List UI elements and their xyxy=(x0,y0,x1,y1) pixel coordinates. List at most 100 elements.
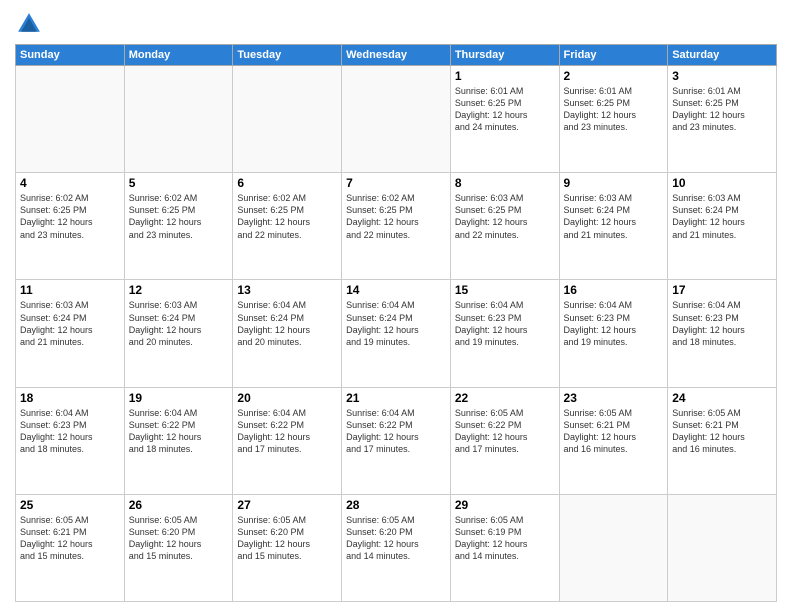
day-number: 12 xyxy=(129,283,229,297)
day-info: Sunrise: 6:03 AM Sunset: 6:24 PM Dayligh… xyxy=(672,192,772,241)
day-info: Sunrise: 6:03 AM Sunset: 6:25 PM Dayligh… xyxy=(455,192,555,241)
day-cell: 24 Sunrise: 6:05 AM Sunset: 6:21 PM Dayli… xyxy=(668,387,777,494)
logo-icon xyxy=(15,10,43,38)
week-row-0: 1 Sunrise: 6:01 AM Sunset: 6:25 PM Daylig… xyxy=(16,66,777,173)
day-cell: 22 Sunrise: 6:05 AM Sunset: 6:22 PM Dayli… xyxy=(450,387,559,494)
day-info: Sunrise: 6:05 AM Sunset: 6:20 PM Dayligh… xyxy=(237,514,337,563)
day-number: 28 xyxy=(346,498,446,512)
weekday-header-row: SundayMondayTuesdayWednesdayThursdayFrid… xyxy=(16,45,777,66)
day-info: Sunrise: 6:04 AM Sunset: 6:23 PM Dayligh… xyxy=(455,299,555,348)
day-info: Sunrise: 6:02 AM Sunset: 6:25 PM Dayligh… xyxy=(129,192,229,241)
day-cell: 1 Sunrise: 6:01 AM Sunset: 6:25 PM Daylig… xyxy=(450,66,559,173)
day-cell: 20 Sunrise: 6:04 AM Sunset: 6:22 PM Dayli… xyxy=(233,387,342,494)
day-info: Sunrise: 6:01 AM Sunset: 6:25 PM Dayligh… xyxy=(564,85,664,134)
day-info: Sunrise: 6:05 AM Sunset: 6:22 PM Dayligh… xyxy=(455,407,555,456)
day-info: Sunrise: 6:02 AM Sunset: 6:25 PM Dayligh… xyxy=(346,192,446,241)
day-number: 6 xyxy=(237,176,337,190)
weekday-header-saturday: Saturday xyxy=(668,45,777,66)
day-info: Sunrise: 6:05 AM Sunset: 6:20 PM Dayligh… xyxy=(346,514,446,563)
day-number: 20 xyxy=(237,391,337,405)
day-info: Sunrise: 6:03 AM Sunset: 6:24 PM Dayligh… xyxy=(20,299,120,348)
day-info: Sunrise: 6:04 AM Sunset: 6:23 PM Dayligh… xyxy=(672,299,772,348)
day-cell xyxy=(16,66,125,173)
day-info: Sunrise: 6:04 AM Sunset: 6:22 PM Dayligh… xyxy=(237,407,337,456)
day-cell: 9 Sunrise: 6:03 AM Sunset: 6:24 PM Daylig… xyxy=(559,173,668,280)
day-number: 8 xyxy=(455,176,555,190)
day-cell xyxy=(342,66,451,173)
day-number: 25 xyxy=(20,498,120,512)
day-info: Sunrise: 6:01 AM Sunset: 6:25 PM Dayligh… xyxy=(672,85,772,134)
day-number: 1 xyxy=(455,69,555,83)
day-info: Sunrise: 6:05 AM Sunset: 6:21 PM Dayligh… xyxy=(564,407,664,456)
day-number: 9 xyxy=(564,176,664,190)
day-cell: 11 Sunrise: 6:03 AM Sunset: 6:24 PM Dayli… xyxy=(16,280,125,387)
weekday-header-sunday: Sunday xyxy=(16,45,125,66)
day-cell: 8 Sunrise: 6:03 AM Sunset: 6:25 PM Daylig… xyxy=(450,173,559,280)
page: SundayMondayTuesdayWednesdayThursdayFrid… xyxy=(0,0,792,612)
day-number: 7 xyxy=(346,176,446,190)
day-number: 18 xyxy=(20,391,120,405)
day-info: Sunrise: 6:05 AM Sunset: 6:21 PM Dayligh… xyxy=(672,407,772,456)
day-number: 10 xyxy=(672,176,772,190)
day-cell: 25Sunrise: 6:05 AM Sunset: 6:21 PM Dayli… xyxy=(16,494,125,601)
day-number: 4 xyxy=(20,176,120,190)
day-cell xyxy=(668,494,777,601)
day-info: Sunrise: 6:01 AM Sunset: 6:25 PM Dayligh… xyxy=(455,85,555,134)
day-cell: 19 Sunrise: 6:04 AM Sunset: 6:22 PM Dayli… xyxy=(124,387,233,494)
day-info: Sunrise: 6:05 AM Sunset: 6:20 PM Dayligh… xyxy=(129,514,229,563)
week-row-2: 11 Sunrise: 6:03 AM Sunset: 6:24 PM Dayli… xyxy=(16,280,777,387)
day-cell: 3 Sunrise: 6:01 AM Sunset: 6:25 PM Daylig… xyxy=(668,66,777,173)
day-info: Sunrise: 6:05 AM Sunset: 6:19 PM Dayligh… xyxy=(455,514,555,563)
day-info: Sunrise: 6:04 AM Sunset: 6:24 PM Dayligh… xyxy=(346,299,446,348)
day-info: Sunrise: 6:03 AM Sunset: 6:24 PM Dayligh… xyxy=(129,299,229,348)
day-cell xyxy=(559,494,668,601)
day-cell xyxy=(124,66,233,173)
day-info: Sunrise: 6:04 AM Sunset: 6:24 PM Dayligh… xyxy=(237,299,337,348)
day-cell: 21Sunrise: 6:04 AM Sunset: 6:22 PM Dayli… xyxy=(342,387,451,494)
day-info: Sunrise: 6:04 AM Sunset: 6:22 PM Dayligh… xyxy=(129,407,229,456)
day-number: 24 xyxy=(672,391,772,405)
day-cell: 28 Sunrise: 6:05 AM Sunset: 6:20 PM Dayli… xyxy=(342,494,451,601)
day-number: 19 xyxy=(129,391,229,405)
day-number: 26 xyxy=(129,498,229,512)
header xyxy=(15,10,777,38)
week-row-3: 18 Sunrise: 6:04 AM Sunset: 6:23 PM Dayli… xyxy=(16,387,777,494)
day-cell: 7 Sunrise: 6:02 AM Sunset: 6:25 PM Daylig… xyxy=(342,173,451,280)
day-info: Sunrise: 6:04 AM Sunset: 6:23 PM Dayligh… xyxy=(564,299,664,348)
day-info: Sunrise: 6:03 AM Sunset: 6:24 PM Dayligh… xyxy=(564,192,664,241)
day-cell: 29 Sunrise: 6:05 AM Sunset: 6:19 PM Dayli… xyxy=(450,494,559,601)
day-cell xyxy=(233,66,342,173)
day-info: Sunrise: 6:02 AM Sunset: 6:25 PM Dayligh… xyxy=(20,192,120,241)
day-cell: 13Sunrise: 6:04 AM Sunset: 6:24 PM Dayli… xyxy=(233,280,342,387)
day-number: 14 xyxy=(346,283,446,297)
week-row-4: 25Sunrise: 6:05 AM Sunset: 6:21 PM Dayli… xyxy=(16,494,777,601)
day-number: 27 xyxy=(237,498,337,512)
day-number: 3 xyxy=(672,69,772,83)
day-number: 22 xyxy=(455,391,555,405)
day-cell: 10 Sunrise: 6:03 AM Sunset: 6:24 PM Dayli… xyxy=(668,173,777,280)
day-cell: 4 Sunrise: 6:02 AM Sunset: 6:25 PM Daylig… xyxy=(16,173,125,280)
day-cell: 14 Sunrise: 6:04 AM Sunset: 6:24 PM Dayli… xyxy=(342,280,451,387)
day-number: 2 xyxy=(564,69,664,83)
day-cell: 17Sunrise: 6:04 AM Sunset: 6:23 PM Dayli… xyxy=(668,280,777,387)
weekday-header-monday: Monday xyxy=(124,45,233,66)
day-cell: 27 Sunrise: 6:05 AM Sunset: 6:20 PM Dayli… xyxy=(233,494,342,601)
day-cell: 5 Sunrise: 6:02 AM Sunset: 6:25 PM Daylig… xyxy=(124,173,233,280)
logo xyxy=(15,10,47,38)
day-number: 15 xyxy=(455,283,555,297)
day-cell: 18 Sunrise: 6:04 AM Sunset: 6:23 PM Dayli… xyxy=(16,387,125,494)
day-cell: 12 Sunrise: 6:03 AM Sunset: 6:24 PM Dayli… xyxy=(124,280,233,387)
weekday-header-tuesday: Tuesday xyxy=(233,45,342,66)
day-info: Sunrise: 6:04 AM Sunset: 6:23 PM Dayligh… xyxy=(20,407,120,456)
week-row-1: 4 Sunrise: 6:02 AM Sunset: 6:25 PM Daylig… xyxy=(16,173,777,280)
day-number: 29 xyxy=(455,498,555,512)
day-cell: 2 Sunrise: 6:01 AM Sunset: 6:25 PM Daylig… xyxy=(559,66,668,173)
day-number: 5 xyxy=(129,176,229,190)
day-cell: 15 Sunrise: 6:04 AM Sunset: 6:23 PM Dayli… xyxy=(450,280,559,387)
day-number: 11 xyxy=(20,283,120,297)
weekday-header-wednesday: Wednesday xyxy=(342,45,451,66)
day-cell: 6Sunrise: 6:02 AM Sunset: 6:25 PM Daylig… xyxy=(233,173,342,280)
day-number: 16 xyxy=(564,283,664,297)
calendar-table: SundayMondayTuesdayWednesdayThursdayFrid… xyxy=(15,44,777,602)
day-info: Sunrise: 6:04 AM Sunset: 6:22 PM Dayligh… xyxy=(346,407,446,456)
